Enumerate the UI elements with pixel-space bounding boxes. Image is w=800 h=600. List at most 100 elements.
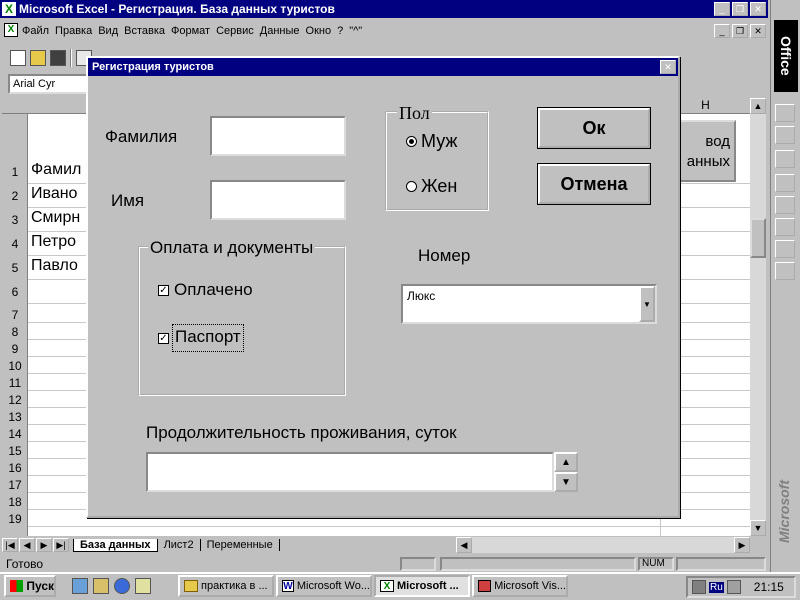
ok-button[interactable]: Ок xyxy=(537,107,651,149)
scroll-right-arrow[interactable]: ▶ xyxy=(734,537,750,553)
row-number[interactable]: 8 xyxy=(2,325,28,339)
room-combobox[interactable]: Люкс ▼ xyxy=(401,284,657,324)
taskbar-button-active[interactable]: X Microsoft ... xyxy=(374,575,470,597)
paid-label[interactable]: Оплачено xyxy=(174,280,253,300)
spin-down-arrow[interactable]: ▼ xyxy=(554,472,578,492)
menu-window[interactable]: Окно xyxy=(306,25,332,37)
sheet-tab-variables[interactable]: Переменные xyxy=(201,539,280,551)
taskbar-button[interactable]: практика в ... xyxy=(178,575,274,597)
payment-group-label: Оплата и документы xyxy=(148,238,316,258)
scroll-down-arrow[interactable]: ▼ xyxy=(750,520,766,536)
first-sheet-arrow[interactable]: |◀ xyxy=(2,538,18,552)
passport-checkbox[interactable]: ✓ xyxy=(158,333,169,344)
scroll-up-arrow[interactable]: ▲ xyxy=(750,98,766,114)
row-number[interactable]: 17 xyxy=(2,478,28,492)
language-indicator[interactable]: Ru xyxy=(709,581,724,593)
office-shortcut-icon[interactable] xyxy=(775,150,795,168)
next-sheet-arrow[interactable]: ▶ xyxy=(36,538,52,552)
office-shortcut-icon[interactable] xyxy=(775,126,795,144)
start-button[interactable]: Пуск xyxy=(4,575,56,597)
doc-close-button[interactable]: ✕ xyxy=(750,24,766,38)
doc-restore-button[interactable]: ❐ xyxy=(732,24,748,38)
prev-sheet-arrow[interactable]: ◀ xyxy=(19,538,35,552)
duration-spinner[interactable]: ▲ ▼ xyxy=(554,452,578,492)
menu-format[interactable]: Формат xyxy=(171,25,210,37)
passport-label[interactable]: Паспорт xyxy=(172,324,244,352)
row-number[interactable]: 1 xyxy=(2,165,28,179)
row-number[interactable]: 14 xyxy=(2,427,28,441)
row-number[interactable]: 6 xyxy=(2,285,28,299)
cell-a4[interactable]: Петро xyxy=(31,233,87,251)
menu-insert[interactable]: Вставка xyxy=(124,25,165,37)
scroll-thumb[interactable] xyxy=(750,218,766,258)
open-folder-icon[interactable] xyxy=(30,50,46,66)
row-number[interactable]: 15 xyxy=(2,444,28,458)
new-document-icon[interactable] xyxy=(10,50,26,66)
office-shortcut-icon[interactable] xyxy=(775,240,795,258)
minimize-button[interactable]: _ xyxy=(714,2,730,16)
menu-file[interactable]: Файл xyxy=(22,25,49,37)
menu-help[interactable]: ? xyxy=(337,25,343,37)
office-shortcut-icon[interactable] xyxy=(775,174,795,192)
row-number[interactable]: 11 xyxy=(2,376,28,390)
surname-field[interactable] xyxy=(210,116,346,156)
row-number[interactable]: 5 xyxy=(2,261,28,275)
cell-a2[interactable]: Ивано xyxy=(31,185,87,203)
row-number[interactable]: 7 xyxy=(2,308,28,322)
last-sheet-arrow[interactable]: ▶| xyxy=(53,538,69,552)
quick-launch-icon[interactable] xyxy=(93,578,109,594)
sheet-tab-list2[interactable]: Лист2 xyxy=(158,539,201,551)
row-number[interactable]: 10 xyxy=(2,359,28,373)
cell-a3[interactable]: Смирн xyxy=(31,209,87,227)
office-shortcut-icon[interactable] xyxy=(775,104,795,122)
row-number[interactable]: 19 xyxy=(2,512,28,526)
name-field[interactable] xyxy=(210,180,346,220)
office-logo[interactable]: Office xyxy=(774,20,798,92)
gender-male-label[interactable]: Муж xyxy=(421,131,457,152)
gender-male-radio[interactable] xyxy=(406,136,417,147)
close-button[interactable]: ✕ xyxy=(750,2,766,16)
font-name-box[interactable]: Arial Cyr xyxy=(8,74,88,94)
row-number[interactable]: 16 xyxy=(2,461,28,475)
volume-icon[interactable] xyxy=(726,580,741,594)
row-number[interactable]: 12 xyxy=(2,393,28,407)
gender-female-label[interactable]: Жен xyxy=(421,176,457,197)
browser-icon[interactable] xyxy=(114,578,130,594)
taskbar-button[interactable]: W Microsoft Wo... xyxy=(276,575,372,597)
menu-tools[interactable]: Сервис xyxy=(216,25,254,37)
office-shortcut-icon[interactable] xyxy=(775,196,795,214)
sheet-tab-database[interactable]: База данных xyxy=(73,538,158,552)
duration-field[interactable] xyxy=(146,452,554,492)
cell-a5[interactable]: Павло xyxy=(31,257,87,275)
chevron-down-icon[interactable]: ▼ xyxy=(639,286,655,322)
tray-icon[interactable] xyxy=(692,580,706,594)
row-number[interactable]: 4 xyxy=(2,237,28,251)
doc-minimize-button[interactable]: _ xyxy=(714,24,730,38)
menu-custom[interactable]: "^" xyxy=(349,25,362,37)
horizontal-scrollbar[interactable]: ◀ ▶ xyxy=(456,537,750,553)
scroll-left-arrow[interactable]: ◀ xyxy=(456,537,472,553)
row-number[interactable]: 3 xyxy=(2,213,28,227)
row-number[interactable]: 13 xyxy=(2,410,28,424)
vertical-scrollbar[interactable]: ▲ ▼ xyxy=(750,98,766,536)
restore-button[interactable]: ❐ xyxy=(732,2,748,16)
taskbar-button[interactable]: Microsoft Vis... xyxy=(472,575,568,597)
cell-a1[interactable]: Фамил xyxy=(31,161,87,179)
dialog-close-icon[interactable]: ✕ xyxy=(660,60,676,74)
save-icon[interactable] xyxy=(50,50,66,66)
quick-launch-icon[interactable] xyxy=(135,578,151,594)
spin-up-arrow[interactable]: ▲ xyxy=(554,452,578,472)
menu-data[interactable]: Данные xyxy=(260,25,300,37)
office-shortcut-icon[interactable] xyxy=(775,262,795,280)
payment-group xyxy=(138,246,346,396)
office-shortcut-icon[interactable] xyxy=(775,218,795,236)
quick-launch-icon[interactable] xyxy=(72,578,88,594)
row-number[interactable]: 18 xyxy=(2,495,28,509)
gender-female-radio[interactable] xyxy=(406,181,417,192)
row-number[interactable]: 9 xyxy=(2,342,28,356)
paid-checkbox[interactable]: ✓ xyxy=(158,285,169,296)
menu-edit[interactable]: Правка xyxy=(55,25,92,37)
menu-view[interactable]: Вид xyxy=(98,25,118,37)
cancel-button[interactable]: Отмена xyxy=(537,163,651,205)
row-number[interactable]: 2 xyxy=(2,189,28,203)
